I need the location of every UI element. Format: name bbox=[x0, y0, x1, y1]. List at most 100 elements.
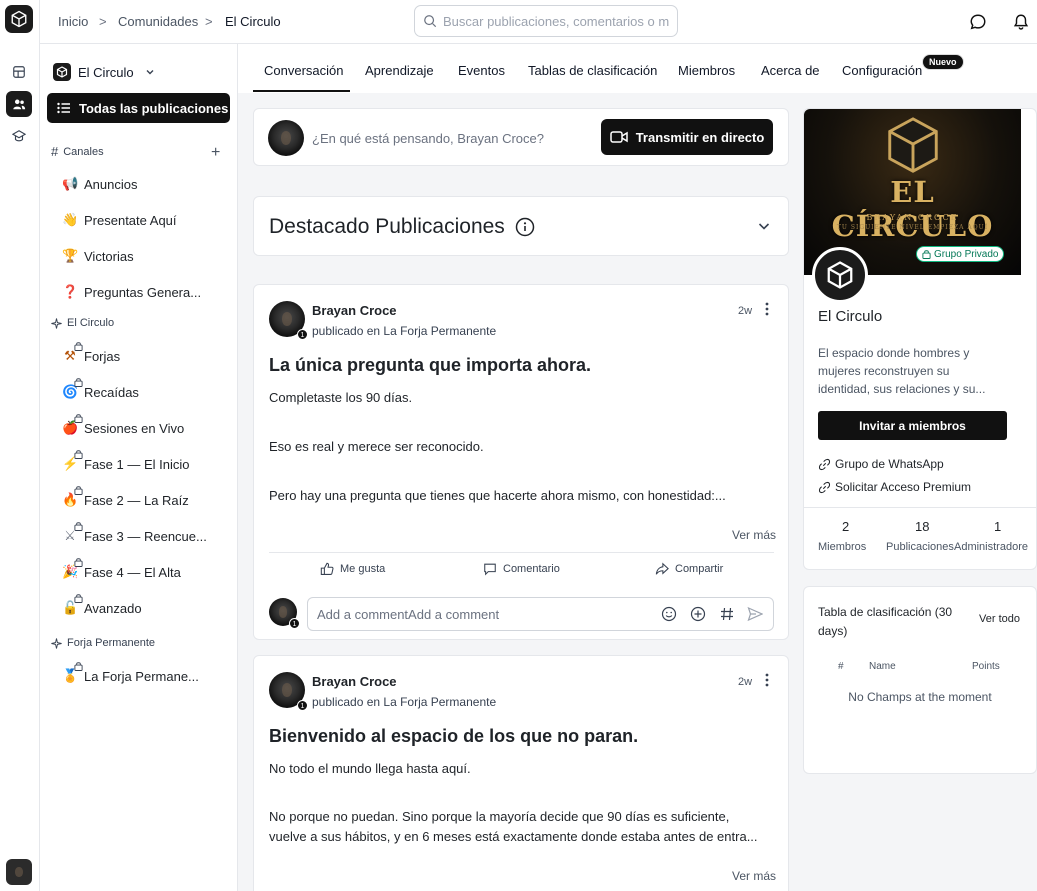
user-avatar bbox=[268, 120, 304, 156]
sidebar-item-fase-4[interactable]: 🎉 Fase 4 — El Alta bbox=[62, 558, 181, 582]
share-button[interactable]: Compartir bbox=[655, 562, 723, 576]
sidebar-item-sesiones[interactable]: 🍎 Sesiones en Vivo bbox=[62, 414, 184, 438]
stat-posts-value: 18 bbox=[915, 519, 930, 534]
featured-posts-panel[interactable]: Destacado Publicaciones bbox=[253, 196, 789, 256]
emoji-icon[interactable] bbox=[661, 606, 677, 622]
whatsapp-group-link[interactable]: Grupo de WhatsApp bbox=[818, 457, 944, 471]
sidebar-item-presentate[interactable]: 👋 Presentate Aquí bbox=[62, 210, 177, 230]
like-button[interactable]: Me gusta bbox=[320, 562, 385, 576]
comment-button[interactable]: Comentario bbox=[483, 562, 560, 576]
home-icon[interactable] bbox=[6, 59, 32, 85]
sidebar-section-el-circulo[interactable]: El Circulo bbox=[51, 317, 114, 329]
post-published-in[interactable]: publicado en La Forja Permanente bbox=[312, 324, 496, 338]
search-placeholder: Buscar publicaciones, comentarios o m bbox=[443, 13, 670, 29]
post-title[interactable]: La única pregunta que importa ahora. bbox=[269, 355, 591, 376]
tab-miembros[interactable]: Miembros bbox=[678, 63, 735, 78]
sidebar-item-fase-2[interactable]: 🔥 Fase 2 — La Raíz bbox=[62, 486, 189, 510]
search-input[interactable]: Buscar publicaciones, comentarios o m bbox=[414, 5, 678, 37]
post-published-in[interactable]: publicado en La Forja Permanente bbox=[312, 695, 496, 709]
tab-conversacion[interactable]: Conversación bbox=[264, 63, 344, 78]
courses-icon[interactable] bbox=[6, 123, 32, 149]
send-icon[interactable] bbox=[747, 606, 763, 622]
tab-acerca-de[interactable]: Acerca de bbox=[761, 63, 820, 78]
hash-icon: # bbox=[51, 144, 59, 159]
stat-admins-label[interactable]: Administradore bbox=[954, 541, 1028, 553]
author-avatar[interactable]: 1 bbox=[269, 301, 308, 340]
list-icon bbox=[57, 102, 70, 114]
sidebar-item-label: Preguntas Genera... bbox=[84, 284, 202, 300]
go-live-button[interactable]: Transmitir en directo bbox=[601, 119, 773, 155]
breadcrumb-home[interactable]: Inicio bbox=[58, 14, 88, 29]
leaderboard-col-points: Points bbox=[972, 661, 1000, 672]
sidebar-item-victorias[interactable]: 🏆 Victorias bbox=[62, 246, 134, 266]
sidebar-item-label: Fase 4 — El Alta bbox=[84, 564, 181, 580]
see-more-link[interactable]: Ver más bbox=[732, 528, 776, 542]
lock-icon bbox=[74, 486, 83, 495]
chevron-down-icon[interactable] bbox=[758, 221, 770, 231]
sidebar-item-forjas[interactable]: ⚒ Forjas bbox=[62, 342, 120, 366]
add-attachment-icon[interactable] bbox=[690, 606, 706, 622]
hashtag-icon[interactable] bbox=[719, 606, 735, 622]
banner-title: EL CÍRCULO bbox=[831, 175, 994, 243]
group-name: El Circulo bbox=[818, 308, 883, 325]
lightning-icon: ⚡ bbox=[62, 450, 83, 472]
sidebar-section-channels[interactable]: # Canales bbox=[51, 144, 104, 159]
sidebar-item-label: Victorias bbox=[84, 248, 134, 264]
user-avatar: 1 bbox=[269, 598, 300, 629]
tab-leaderboards[interactable]: Tablas de clasificación bbox=[528, 63, 657, 78]
communities-icon[interactable] bbox=[6, 91, 32, 117]
tab-eventos[interactable]: Eventos bbox=[458, 63, 505, 78]
more-options-icon[interactable] bbox=[763, 301, 771, 317]
post-composer[interactable]: ¿En qué está pensando, Brayan Croce? Tra… bbox=[253, 108, 789, 166]
composer-placeholder[interactable]: ¿En qué está pensando, Brayan Croce? bbox=[312, 131, 544, 146]
cube-logo-icon bbox=[11, 10, 27, 28]
cyclone-icon: 🌀 bbox=[62, 378, 83, 400]
tab-aprendizaje[interactable]: Aprendizaje bbox=[365, 63, 434, 78]
wave-hand-icon: 👋 bbox=[62, 212, 79, 227]
view-all-link[interactable]: Ver todo bbox=[979, 613, 1020, 625]
notifications-bell-icon[interactable] bbox=[1010, 11, 1032, 33]
leaderboard-title: Tabla de clasificación (30 days) bbox=[818, 605, 953, 638]
more-options-icon[interactable] bbox=[763, 672, 771, 688]
sidebar-item-avanzado[interactable]: 🔓 Avanzado bbox=[62, 594, 142, 618]
top-bar: Inicio > Comunidades > El Circulo Buscar… bbox=[40, 0, 1037, 44]
sidebar-item-all-posts[interactable]: Todas las publicaciones bbox=[47, 93, 230, 123]
sidebar-item-anuncios[interactable]: 📢 Anuncios bbox=[62, 174, 137, 194]
comment-input[interactable]: Add a commentAdd a comment bbox=[307, 597, 774, 631]
stat-posts-label[interactable]: Publicaciones bbox=[886, 541, 954, 553]
sidebar-section-label: Forja Permanente bbox=[67, 637, 156, 649]
space-switcher[interactable]: El Circulo bbox=[53, 63, 155, 81]
lock-icon bbox=[74, 594, 83, 603]
space-name: El Circulo bbox=[78, 64, 134, 80]
invite-members-button[interactable]: Invitar a miembros bbox=[818, 411, 1007, 440]
premium-access-link[interactable]: Solicitar Acceso Premium bbox=[818, 480, 971, 494]
see-more-link[interactable]: Ver más bbox=[732, 869, 776, 883]
stat-members-label[interactable]: Miembros bbox=[818, 541, 866, 553]
lock-icon bbox=[74, 522, 83, 531]
sidebar-item-fase-1[interactable]: ⚡ Fase 1 — El Inicio bbox=[62, 450, 190, 474]
post-title[interactable]: Bienvenido al espacio de los que no para… bbox=[269, 726, 638, 747]
app-logo[interactable] bbox=[5, 5, 33, 33]
medal-icon: 🏅 bbox=[62, 662, 83, 684]
chat-icon[interactable] bbox=[967, 11, 989, 33]
tab-configuracion[interactable]: Configuración bbox=[842, 63, 922, 78]
post-author[interactable]: Brayan Croce bbox=[312, 303, 397, 318]
sidebar-item-label: Fase 3 — Reencue... bbox=[84, 528, 207, 544]
sidebar-section-forja-permanente[interactable]: Forja Permanente bbox=[51, 637, 155, 649]
banner-tagline: TU SIGUIENTE NIVEL EMPIEZA AQUÍ bbox=[836, 224, 989, 231]
link-icon bbox=[818, 481, 831, 493]
post-author[interactable]: Brayan Croce bbox=[312, 674, 397, 689]
comment-icon bbox=[484, 563, 496, 576]
sidebar-item-recaidas[interactable]: 🌀 Recaídas bbox=[62, 378, 139, 402]
unlock-icon: 🔓 bbox=[62, 594, 83, 616]
author-avatar[interactable]: 1 bbox=[269, 672, 308, 711]
sidebar-item-fase-3[interactable]: ⚔ Fase 3 — Reencue... bbox=[62, 522, 207, 546]
sidebar-item-la-forja[interactable]: 🏅 La Forja Permane... bbox=[62, 662, 199, 686]
post-body-line: No todo el mundo llega hasta aquí. bbox=[269, 761, 471, 776]
info-icon[interactable] bbox=[515, 217, 535, 237]
add-channel-icon[interactable]: + bbox=[211, 144, 220, 162]
current-user-avatar[interactable] bbox=[6, 859, 32, 885]
breadcrumb-communities[interactable]: Comunidades bbox=[118, 14, 198, 29]
whatsapp-link-label: Grupo de WhatsApp bbox=[835, 457, 944, 471]
sidebar-item-preguntas[interactable]: ❓ Preguntas Genera... bbox=[62, 282, 201, 302]
